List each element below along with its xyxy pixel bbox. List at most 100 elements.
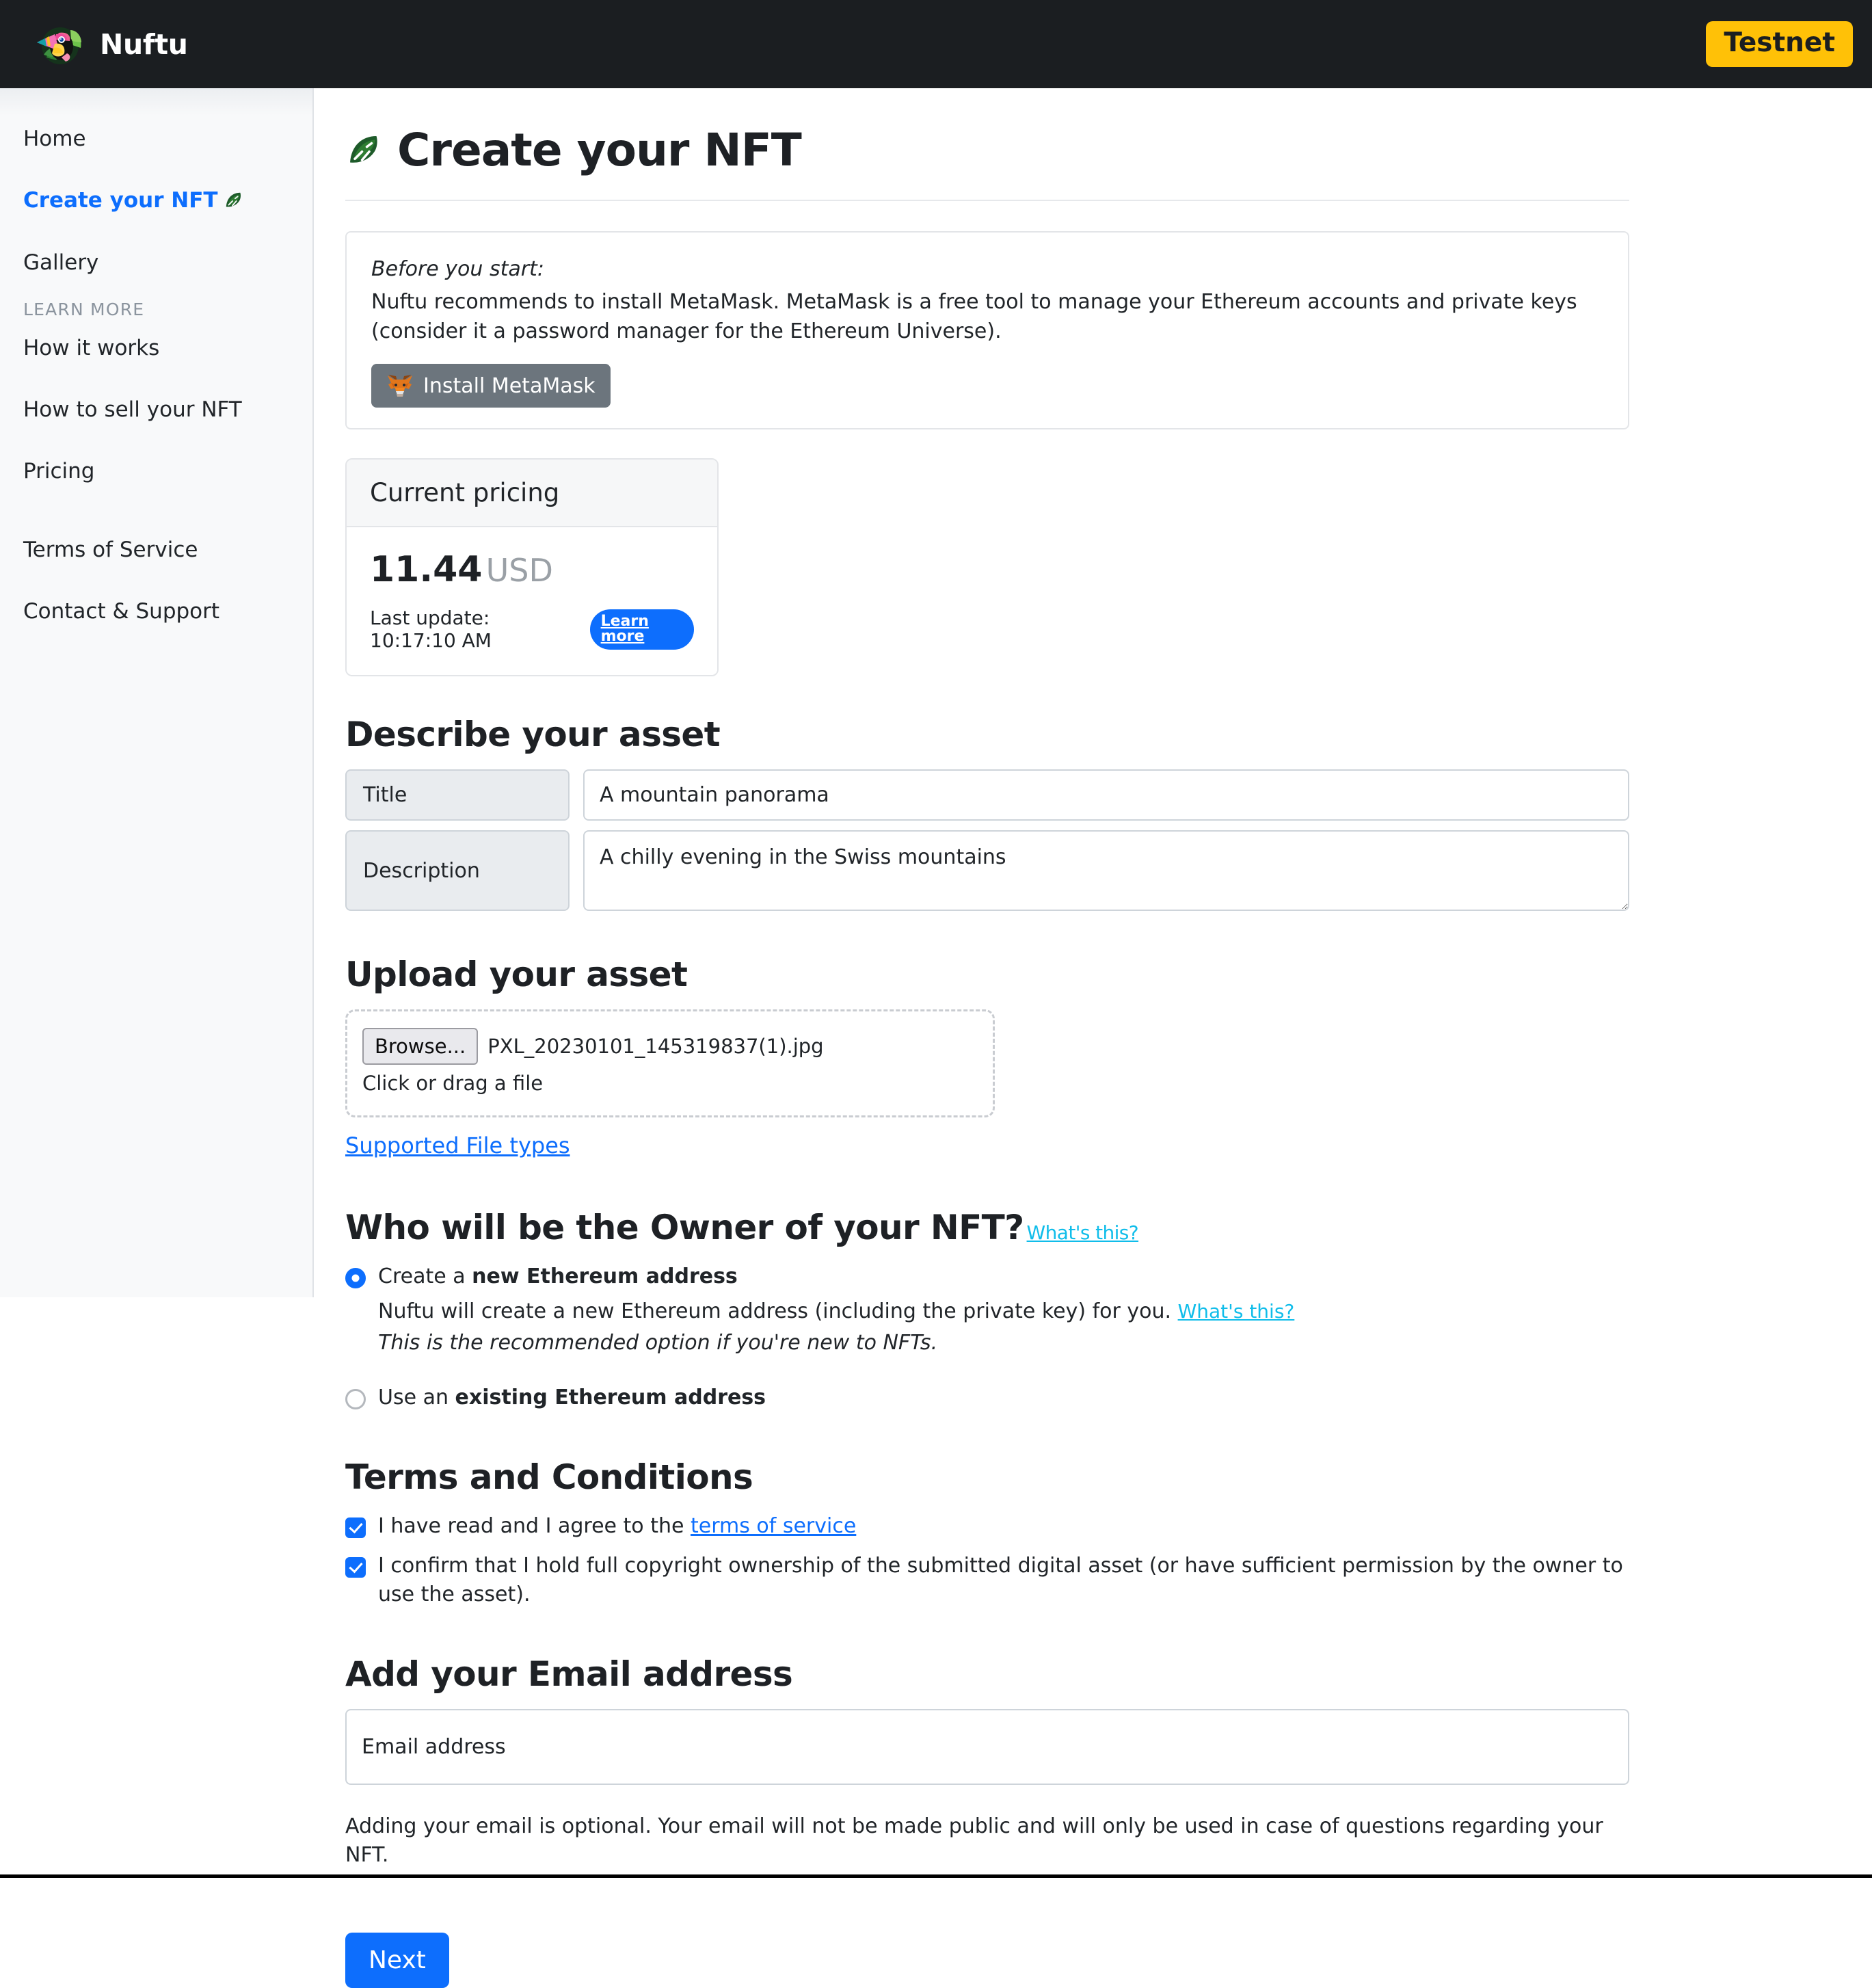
radio-new-address-desc-text: Nuftu will create a new Ethereum address… [378, 1299, 1178, 1324]
selected-file-name: PXL_20230101_145319837(1).jpg [487, 1035, 824, 1059]
brand[interactable]: Nuftu [0, 23, 314, 66]
owner-section: Who will be the Owner of your NFT? What'… [345, 1208, 1629, 1412]
notice-text: Nuftu recommends to install MetaMask. Me… [371, 290, 1577, 343]
sidebar-item-label: Gallery [23, 250, 99, 275]
dropzone-hint: Click or drag a file [362, 1072, 544, 1096]
terms-section: Terms and Conditions I have read and I a… [345, 1457, 1629, 1609]
supported-file-types-link[interactable]: Supported File types [345, 1132, 570, 1158]
describe-asset-heading: Describe your asset [345, 715, 721, 755]
before-you-start-panel: Before you start: Nuftu recommends to in… [345, 231, 1629, 430]
title-input[interactable] [583, 769, 1629, 821]
sidebar-item-label: How it works [23, 335, 160, 360]
terms-agree-checkbox[interactable] [345, 1517, 366, 1539]
sidebar-item-label: Terms of Service [23, 537, 198, 562]
new-address-whats-this-link[interactable]: What's this? [1178, 1300, 1295, 1323]
copyright-confirm-label: I confirm that I hold full copyright own… [378, 1554, 1623, 1607]
notice-label: Before you start: [371, 257, 544, 281]
toucan-logo-icon [37, 27, 81, 64]
top-bar: Nuftu Testnet [0, 0, 1872, 88]
sidebar-item-contact-support[interactable]: Contact & Support [0, 588, 312, 635]
file-dropzone[interactable]: Browse... PXL_20230101_145319837(1).jpg … [345, 1009, 995, 1118]
upload-asset-section: Upload your asset Browse... PXL_20230101… [345, 955, 1629, 1158]
copyright-confirm-checkbox[interactable] [345, 1557, 366, 1578]
description-textarea[interactable] [583, 830, 1629, 912]
copyright-confirm-row[interactable]: I confirm that I hold full copyright own… [345, 1552, 1629, 1609]
bottom-rule [0, 1874, 1872, 1878]
terms-agree-label: I have read and I agree to the terms of … [378, 1512, 856, 1541]
terms-agree-prefix: I have read and I agree to the [378, 1514, 691, 1539]
pricing-card-header: Current pricing [347, 460, 717, 528]
describe-asset-section: Describe your asset Title Description [345, 715, 1629, 912]
pricing-footer: Last update: 10:17:10 AM Learn more [370, 607, 694, 652]
file-input-row: Browse... PXL_20230101_145319837(1).jpg [362, 1028, 978, 1065]
title-field-row: Title [345, 769, 1629, 821]
sidebar-item-gallery[interactable]: Gallery [0, 239, 312, 286]
owner-heading: Who will be the Owner of your NFT? What'… [345, 1208, 1629, 1247]
network-badge[interactable]: Testnet [1706, 21, 1853, 67]
radio-existing-address[interactable] [345, 1389, 366, 1410]
description-label: Description [345, 830, 570, 912]
pricing-currency: USD [485, 552, 553, 589]
install-metamask-button[interactable]: Install MetaMask [371, 364, 611, 408]
learn-more-badge[interactable]: Learn more [589, 609, 694, 650]
radio-new-address-prefix: Create a [378, 1264, 472, 1289]
sidebar-item-label: Pricing [23, 459, 95, 484]
brand-name: Nuftu [100, 27, 188, 61]
email-note: Adding your email is optional. Your emai… [345, 1814, 1603, 1868]
radio-new-address[interactable] [345, 1268, 366, 1289]
current-pricing-card: Current pricing 11.44 USD Last update: 1… [345, 458, 719, 677]
pricing-value: 11.44 [370, 549, 483, 591]
sidebar-item-pricing[interactable]: Pricing [0, 448, 312, 494]
upload-asset-heading: Upload your asset [345, 955, 688, 995]
radio-existing-address-label: Use an existing Ethereum address [378, 1383, 766, 1412]
radio-new-address-label: Create a new Ethereum address [378, 1262, 738, 1291]
title-label: Title [345, 769, 570, 821]
sidebar-section-title: LEARN MORE [23, 299, 145, 319]
page-title-text: Create your NFT [397, 124, 802, 176]
sidebar-item-label: Contact & Support [23, 599, 220, 624]
radio-existing-address-prefix: Use an [378, 1386, 455, 1410]
radio-new-address-description: Nuftu will create a new Ethereum address… [378, 1297, 1629, 1357]
email-input[interactable] [345, 1709, 1629, 1786]
main-content: Create your NFT Before you start: Nuftu … [314, 88, 1872, 1988]
next-button[interactable]: Next [345, 1933, 449, 1988]
sidebar-item-how-to-sell-your-nft[interactable]: How to sell your NFT [0, 386, 312, 433]
sidebar-item-label: Create your NFT [23, 188, 218, 213]
email-heading: Add your Email address [345, 1654, 793, 1695]
browse-button[interactable]: Browse... [362, 1028, 479, 1065]
page-title: Create your NFT [345, 124, 1629, 201]
sidebar-item-home[interactable]: Home [0, 116, 312, 162]
email-section: Add your Email address Adding your email… [345, 1654, 1629, 1870]
sidebar-item-label: How to sell your NFT [23, 397, 242, 423]
sidebar-item-how-it-works[interactable]: How it works [0, 325, 312, 371]
leaf-icon [350, 135, 377, 163]
install-metamask-label: Install MetaMask [423, 373, 596, 398]
description-field-row: Description [345, 830, 1629, 912]
radio-new-address-note: This is the recommended option if you're… [378, 1330, 938, 1355]
radio-new-address-row[interactable]: Create a new Ethereum address [345, 1262, 1629, 1291]
owner-heading-text: Who will be the Owner of your NFT? [345, 1208, 1024, 1248]
sidebar-item-terms-of-service[interactable]: Terms of Service [0, 527, 312, 573]
owner-whats-this-link[interactable]: What's this? [1027, 1221, 1139, 1244]
pricing-amount-row: 11.44 USD [370, 549, 694, 590]
terms-of-service-link[interactable]: terms of service [691, 1514, 856, 1538]
radio-existing-address-strong: existing Ethereum address [455, 1386, 766, 1410]
radio-existing-address-row[interactable]: Use an existing Ethereum address [345, 1383, 1629, 1412]
sidebar: Home Create your NFT Gallery LEARN MORE … [0, 88, 314, 1297]
sidebar-item-create-your-nft[interactable]: Create your NFT [0, 177, 312, 224]
terms-agree-row[interactable]: I have read and I agree to the terms of … [345, 1512, 1629, 1541]
pricing-card-body: 11.44 USD Last update: 10:17:10 AM Learn… [347, 527, 717, 676]
metamask-fox-icon [388, 375, 412, 397]
leaf-icon [226, 193, 241, 207]
sidebar-item-label: Home [23, 127, 86, 151]
owner-options-spacer [345, 1357, 1629, 1383]
top-bar-right: Testnet [1706, 21, 1872, 67]
pricing-last-update: Last update: 10:17:10 AM [370, 607, 492, 652]
terms-heading: Terms and Conditions [345, 1457, 753, 1498]
